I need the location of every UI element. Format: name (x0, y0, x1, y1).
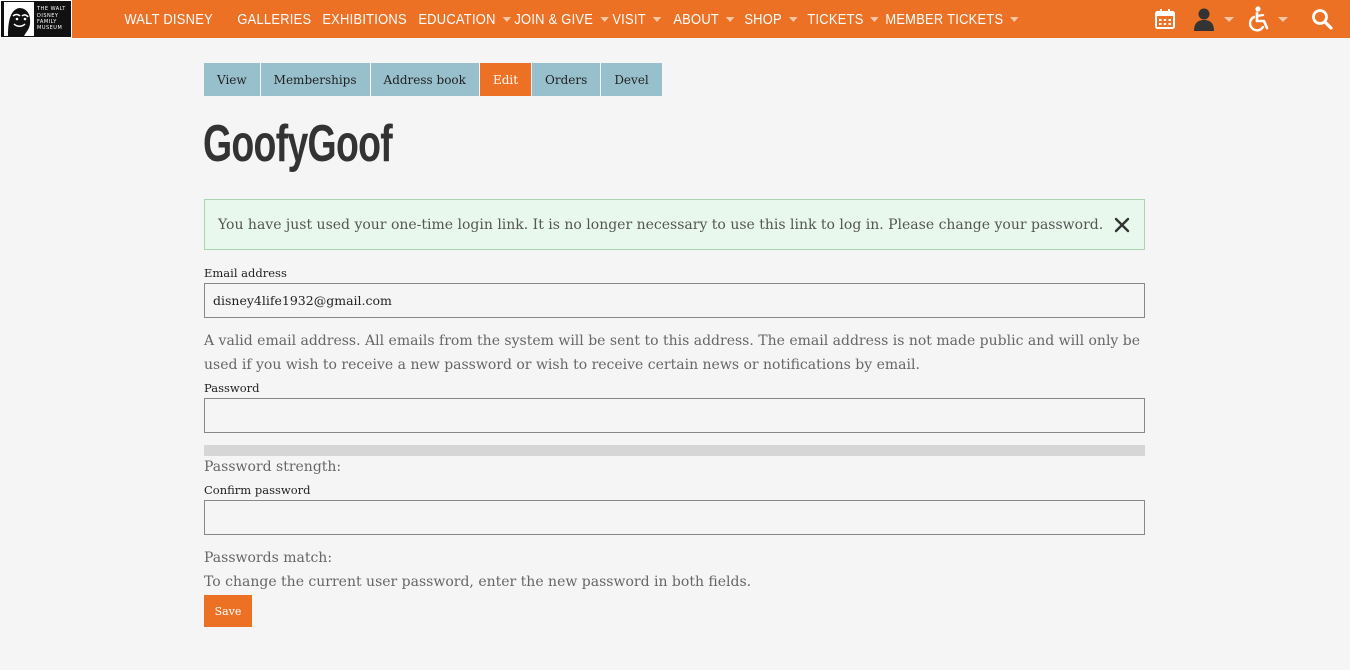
password-label: Password (204, 381, 260, 395)
tab-edit[interactable]: Edit (479, 63, 532, 96)
logo-wordmark: THE WALT DISNEY FAMILY MUSEUM (37, 6, 66, 32)
nav-item-join-give[interactable]: JOIN & GIVE (504, 0, 609, 38)
nav-label: JOIN & GIVE (514, 10, 594, 28)
nav-item-shop[interactable]: SHOP (734, 0, 798, 38)
top-navigation-bar: THE WALT DISNEY FAMILY MUSEUM WALT DISNE… (0, 0, 1350, 38)
nav-label: WALT DISNEY (124, 10, 213, 28)
confirm-password-label: Confirm password (204, 483, 311, 497)
nav-label: MEMBER TICKETS (885, 10, 1004, 28)
status-message: You have just used your one-time login l… (204, 199, 1145, 250)
tab-label: Address book (383, 72, 466, 87)
nav-item-galleries[interactable]: GALLERIES (227, 0, 311, 38)
nav-item-visit[interactable]: VISIT (602, 0, 662, 38)
accessibility-icon[interactable] (1246, 0, 1288, 38)
account-tabs: View Memberships Address book Edit Order… (204, 63, 663, 96)
nav-label: ABOUT (673, 10, 720, 28)
nav-label: GALLERIES (237, 10, 312, 28)
nav-item-about[interactable]: ABOUT (663, 0, 735, 38)
nav-label: VISIT (612, 10, 646, 28)
save-button[interactable]: Save (204, 595, 252, 627)
page-title: GoofyGoof (203, 115, 393, 173)
tab-label: View (217, 72, 247, 87)
tab-view[interactable]: View (204, 63, 260, 96)
passwords-match-label: Passwords match: (204, 550, 333, 566)
tab-label: Edit (492, 72, 519, 87)
chevron-down-icon (1010, 16, 1019, 22)
nav-label: SHOP (744, 10, 782, 28)
tab-label: Orders (545, 72, 588, 87)
email-label: Email address (204, 266, 287, 280)
close-icon[interactable] (1112, 215, 1132, 235)
nav-item-education[interactable]: EDUCATION (408, 0, 512, 38)
tab-orders[interactable]: Orders (532, 63, 601, 96)
logo-line: MUSEUM (37, 25, 63, 32)
chevron-down-icon (652, 16, 662, 22)
email-help-text: A valid email address. All emails from t… (204, 333, 1141, 373)
museum-logo[interactable]: THE WALT DISNEY FAMILY MUSEUM (0, 0, 72, 38)
nav-item-exhibitions[interactable]: EXHIBITIONS (312, 0, 406, 38)
chevron-down-icon (1224, 16, 1234, 22)
email-field[interactable] (204, 283, 1145, 318)
nav-item-member-tickets[interactable]: MEMBER TICKETS (875, 0, 1019, 38)
main-menu: WALT DISNEY GALLERIES EXHIBITIONS EDUCAT… (114, 0, 1019, 38)
search-icon[interactable] (1311, 0, 1333, 38)
nav-label: TICKETS (807, 10, 864, 28)
tab-label: Memberships (273, 72, 357, 87)
nav-item-tickets[interactable]: TICKETS (797, 0, 880, 38)
password-field[interactable] (204, 398, 1145, 433)
user-icon[interactable] (1192, 0, 1234, 38)
password-strength-label: Password strength: (204, 459, 342, 475)
tab-address-book[interactable]: Address book (370, 63, 479, 96)
chevron-down-icon (1278, 16, 1288, 22)
confirm-password-field[interactable] (204, 500, 1145, 535)
password-help-text: To change the current user password, ent… (204, 574, 752, 590)
nav-label: EDUCATION (418, 10, 496, 28)
tab-devel[interactable]: Devel (601, 63, 662, 96)
calendar-icon[interactable] (1154, 0, 1176, 38)
tab-label: Devel (614, 72, 649, 87)
tab-memberships[interactable]: Memberships (260, 63, 370, 96)
nav-item-walt-disney[interactable]: WALT DISNEY (114, 0, 213, 38)
status-message-text: You have just used your one-time login l… (218, 216, 1104, 233)
nav-label: EXHIBITIONS (322, 10, 407, 28)
walt-disney-portrait-icon (3, 2, 35, 36)
